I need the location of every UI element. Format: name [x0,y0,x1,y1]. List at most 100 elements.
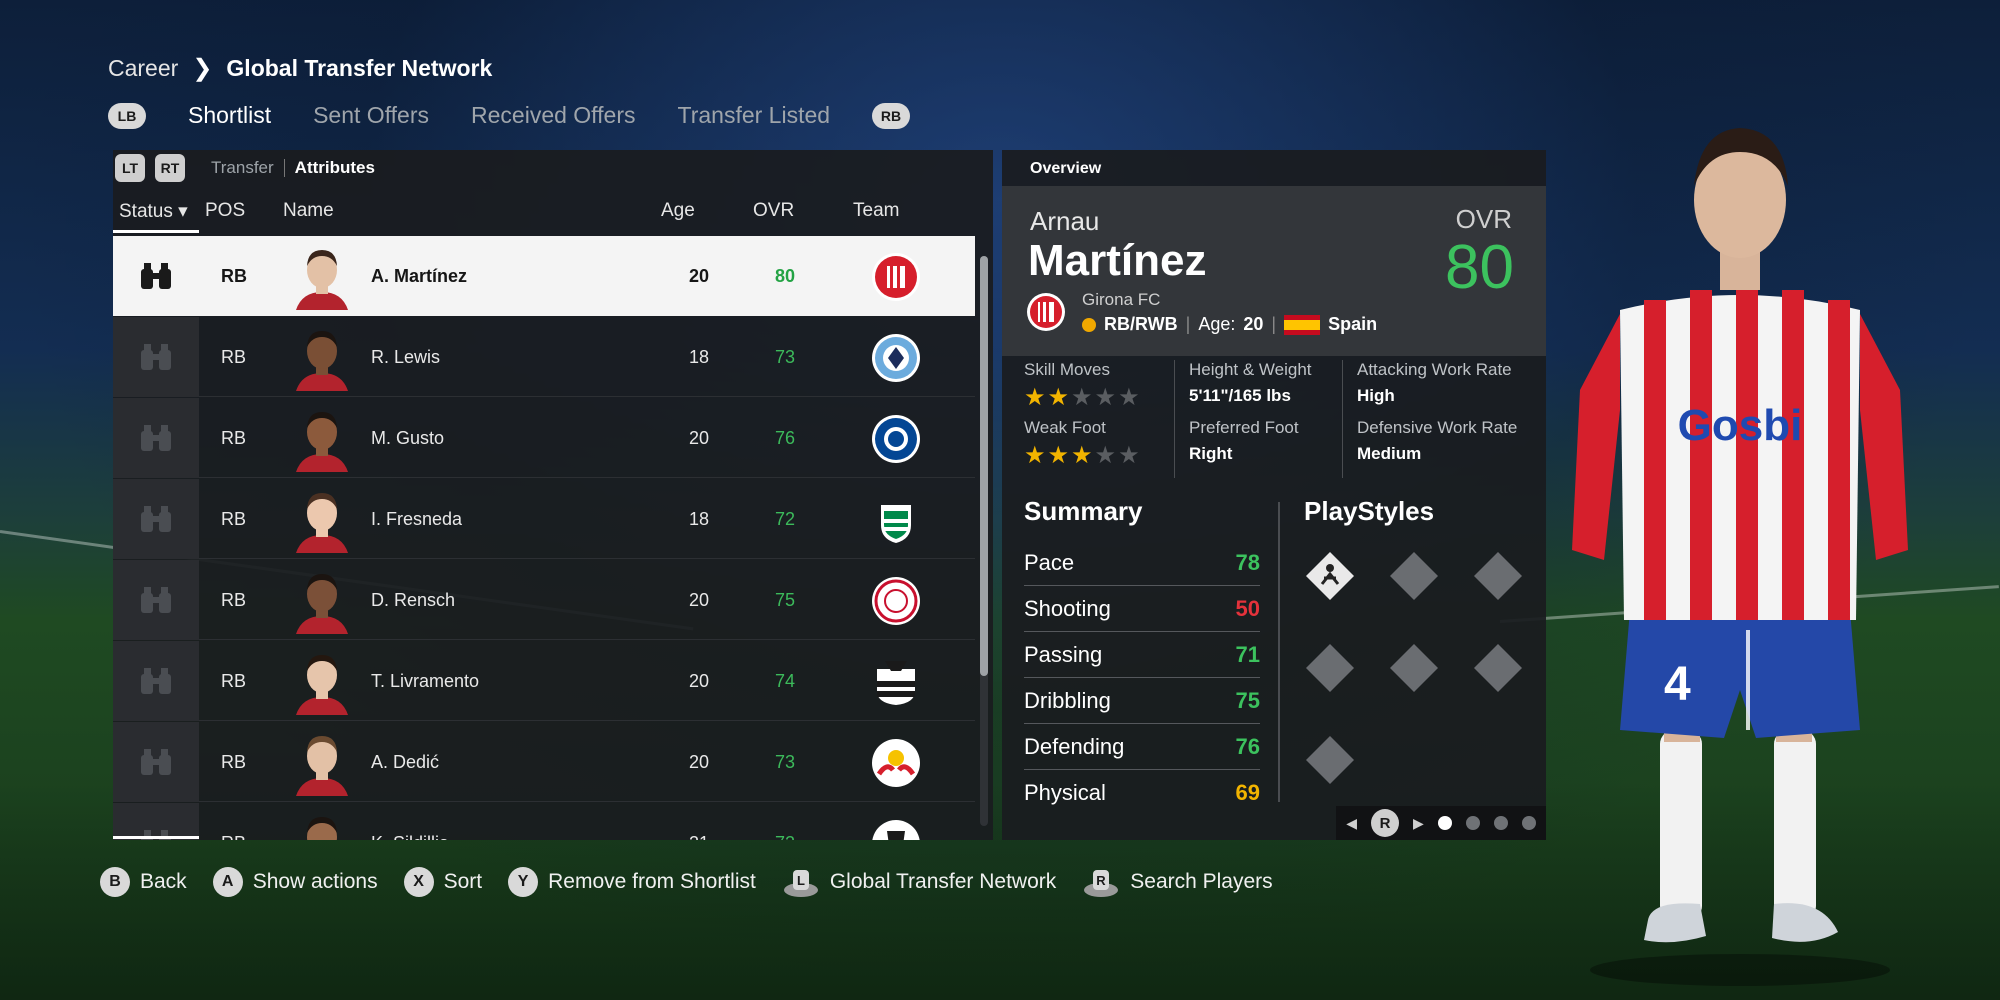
column-pos[interactable]: POS [205,200,245,222]
column-status[interactable]: Status ▾ [119,200,188,223]
binoculars-icon [141,425,171,451]
attr-col-physical: Height & Weight 5'11"/165 lbs Preferred … [1174,360,1344,478]
hint-label: Search Players [1130,870,1273,893]
binoculars-icon [141,344,171,370]
hint-show-actions[interactable]: A Show actions [212,867,378,897]
table-row[interactable]: RB R. Lewis 18 73 [113,317,975,397]
breadcrumb-career[interactable]: Career [108,55,178,82]
player-avatar [296,574,348,634]
page-left-arrow-icon[interactable]: ◀ [1346,815,1357,832]
team-crest-icon [872,820,920,840]
player-pos: RB [221,671,247,691]
playstyle-empty-slot-icon[interactable] [1304,734,1356,786]
page-indicator: ◀ R ▶ [1336,806,1546,840]
hint-label: Global Transfer Network [829,870,1057,893]
player-positions: RB/RWB [1104,314,1178,334]
status-cell[interactable] [113,236,199,316]
rt-button-icon[interactable]: RT [155,154,185,182]
player-age: 18 [688,347,709,367]
table-row[interactable]: RB M. Gusto 20 76 [113,398,975,478]
player-header: Arnau Martínez Girona FC RB/RWB | Age: 2… [1002,186,1546,356]
lt-button-icon[interactable]: LT [115,154,145,182]
binoculars-icon [141,263,171,289]
defensive-work-rate-value: Medium [1357,444,1422,463]
summary-stat-row: Dribbling 75 [1024,678,1260,724]
column-age[interactable]: Age [661,200,695,222]
r-stick-icon: R [1084,870,1119,897]
status-cell[interactable] [113,560,199,640]
playstyle-empty-slot-icon[interactable] [1388,550,1440,602]
status-cell[interactable] [113,479,199,559]
player-age: 20 [688,752,709,772]
tab-received-offers[interactable]: Received Offers [471,102,635,129]
table-row[interactable]: RB A. Martínez 20 80 [113,236,975,316]
summary-stat-row: Physical 69 [1024,770,1260,816]
page-dot[interactable] [1465,816,1480,830]
player-name: K. Sildillia [371,833,449,840]
sub-tab-transfer[interactable]: Transfer [211,158,274,178]
star-icon: ★ [1071,442,1093,469]
l-stick-icon: L [783,870,818,897]
hint-label: Sort [443,870,483,893]
column-ovr[interactable]: OVR [753,200,794,222]
playstyle-intercept-icon[interactable] [1304,550,1356,602]
attribute-grid: Skill Moves ★ ★ ★ ★ ★ Weak Foot ★ ★ ★ ★ ★ Height… [1002,360,1546,480]
info-separator: | [1185,314,1191,334]
star-icon: ★ [1024,384,1046,411]
scrollbar-thumb[interactable] [980,256,988,676]
sub-tab-bar: LT RT Transfer Attributes [113,150,375,186]
player-age: 20 [688,590,709,610]
player-avatar [307,817,337,840]
table-row[interactable]: RB D. Rensch 20 75 [113,560,975,640]
status-cell[interactable] [113,317,199,397]
player-pos: RB [221,509,247,529]
team-crest-icon [872,253,920,301]
rb-button-icon[interactable]: RB [872,102,911,129]
star-icon: ★ [1118,384,1140,411]
tab-transfer-listed[interactable]: Transfer Listed [678,102,831,129]
table-row[interactable]: RB K. Sildillia 21 72 [113,803,975,840]
player-ovr: 74 [774,671,796,691]
status-cell[interactable] [113,398,199,478]
table-row[interactable]: RB I. Fresneda 18 72 [113,479,975,559]
sort-indicator [113,230,199,233]
hint-search-players[interactable]: R Search Players [1082,864,1273,900]
page-right-arrow-icon[interactable]: ▶ [1413,815,1424,832]
page-dot[interactable] [1521,816,1536,830]
table-row[interactable]: RB T. Livramento 20 74 [113,641,975,721]
height-weight-value: 5'11"/165 lbs [1189,386,1291,405]
playstyle-empty-slot-icon[interactable] [1304,642,1356,694]
player-nation: Spain [1328,314,1378,334]
r-stick-button-icon[interactable]: R [1371,809,1399,837]
sub-tab-attributes[interactable]: Attributes [295,158,375,178]
player-name: A. Dedić [371,752,440,772]
star-icon: ★ [1047,384,1070,411]
page-dot[interactable] [1493,816,1508,830]
attr-col-workrates: Attacking Work Rate High Defensive Work … [1342,360,1542,478]
shortlist-panel: LT RT Transfer Attributes Status ▾ POS N… [113,150,993,840]
player-pos: RB [221,347,247,367]
status-cell[interactable] [113,803,199,840]
hint-back[interactable]: B Back [100,867,187,897]
column-name[interactable]: Name [283,200,334,222]
hint-sort[interactable]: X Sort [403,867,483,897]
table-row[interactable]: RB A. Dedić 20 73 [113,722,975,802]
star-icon: ★ [1024,442,1046,469]
status-cell[interactable] [113,722,199,802]
player-pos: RB [221,833,246,840]
playstyle-empty-slot-icon[interactable] [1472,642,1524,694]
playstyle-empty-slot-icon[interactable] [1472,550,1524,602]
tab-sent-offers[interactable]: Sent Offers [313,102,429,129]
status-cell[interactable] [113,641,199,721]
player-ovr: 73 [774,752,796,772]
column-team[interactable]: Team [853,200,899,222]
playstyles-grid [1304,538,1544,818]
player-age: 20 [688,266,709,286]
playstyle-empty-slot-icon[interactable] [1388,642,1440,694]
page-dot[interactable] [1437,816,1452,830]
hint-remove-from-shortlist[interactable]: Y Remove from Shortlist [508,867,756,897]
lb-button-icon[interactable]: LB [108,102,146,129]
hint-global-transfer-network[interactable]: L Global Transfer Network [782,864,1056,900]
star-icon: ★ [1094,384,1117,411]
tab-shortlist[interactable]: Shortlist [188,102,271,129]
